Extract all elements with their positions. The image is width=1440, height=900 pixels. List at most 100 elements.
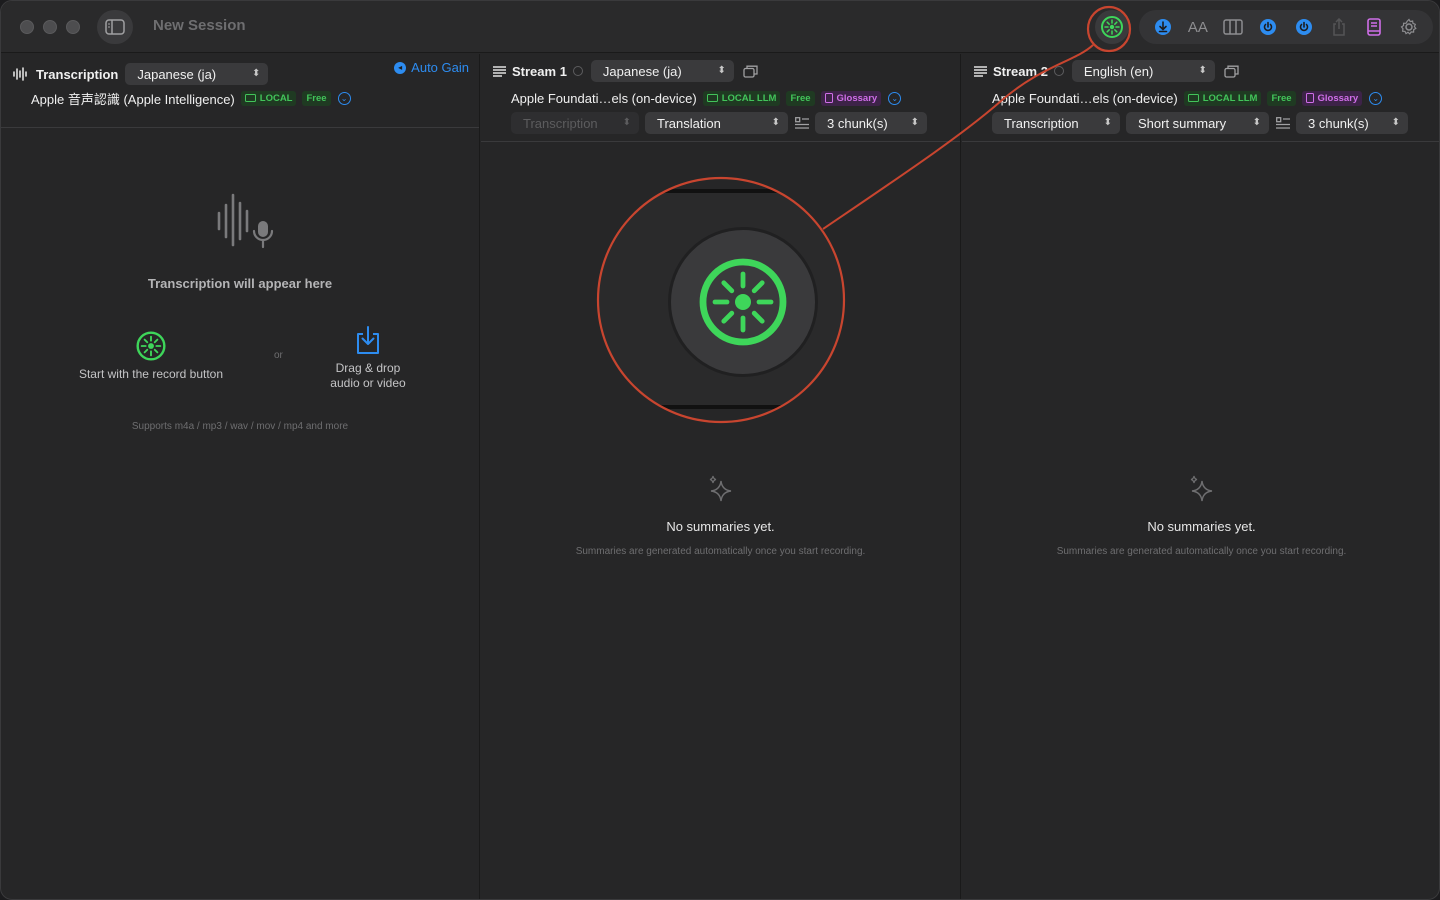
stream-2-source-select[interactable]: Transcription ⬍ — [992, 112, 1120, 134]
auto-gain-icon: ◂ — [394, 61, 407, 74]
window-title: New Session — [153, 17, 246, 34]
glossary-badge: Glossary — [820, 90, 882, 106]
power-button-1[interactable] — [1257, 16, 1279, 38]
stream-1-chunks-select[interactable]: 3 chunk(s) ⬍ — [815, 112, 927, 134]
stream-1-mode-select[interactable]: Translation ⬍ — [645, 112, 788, 134]
copy-icon[interactable] — [743, 65, 758, 78]
stream-2-model-name: Apple Foundati…els (on-device) — [992, 90, 1178, 106]
book-icon — [824, 93, 833, 103]
model-dropdown-chevron-icon[interactable]: ⌄ — [337, 91, 351, 105]
stream-2-mode-select[interactable]: Short summary ⬍ — [1126, 112, 1269, 134]
header-divider — [481, 141, 960, 142]
stream-1-source-value: Transcription — [523, 115, 598, 131]
stream-2-language-select[interactable]: English (en) ⬍ — [1071, 60, 1215, 82]
record-icon — [1101, 16, 1123, 38]
record-icon — [136, 331, 166, 361]
model-dropdown-chevron-icon[interactable]: ⌄ — [1369, 91, 1383, 105]
stream-1-title: Stream 1 — [512, 63, 567, 79]
transcription-language-value: Japanese (ja) — [137, 66, 217, 82]
record-hint: Start with the record button — [78, 367, 224, 381]
stream-1-chunks-value: 3 chunk(s) — [827, 115, 888, 131]
record-icon — [699, 258, 787, 346]
drop-hint: Drag & drop audio or video — [308, 361, 428, 391]
header-divider — [1, 127, 479, 128]
glossary-badge-label: Glossary — [1317, 92, 1359, 104]
download-button[interactable] — [1152, 16, 1174, 38]
local-llm-badge-label: LOCAL LLM — [721, 92, 777, 104]
share-icon — [1333, 18, 1345, 36]
up-down-chevron-icon: ⬍ — [771, 117, 780, 128]
columns-button[interactable] — [1222, 16, 1244, 38]
power-icon — [1260, 19, 1277, 35]
stream-1-mode-value: Translation — [657, 115, 721, 131]
glossary-badge: Glossary — [1301, 90, 1363, 106]
sidebar-icon — [105, 19, 125, 35]
stream-1-empty-subtitle: Summaries are generated automatically on… — [575, 546, 866, 557]
transcription-model-name: Apple 音声認識 (Apple Intelligence) — [31, 91, 235, 107]
stream-2-chunks-select[interactable]: 3 chunk(s) ⬍ — [1296, 112, 1408, 134]
stream-2-language-value: English (en) — [1083, 63, 1154, 79]
waveform-icon — [13, 67, 27, 81]
up-down-chevron-icon: ⬍ — [1198, 65, 1207, 76]
chip-icon — [1187, 94, 1199, 102]
up-down-chevron-icon: ⬍ — [910, 117, 919, 128]
stream-2-chunks-value: 3 chunk(s) — [1308, 115, 1369, 131]
sparkle-icon — [709, 475, 732, 502]
stream-2-panel: Stream 2 English (en) ⬍ Apple Foundati…e… — [962, 54, 1439, 899]
drop-hint-line-1: Drag & drop — [335, 361, 401, 375]
gear-icon — [1400, 18, 1418, 35]
local-llm-badge: LOCAL LLM — [1183, 90, 1262, 106]
share-button[interactable] — [1328, 16, 1350, 38]
up-down-chevron-icon: ⬍ — [1252, 117, 1261, 128]
toggle-sidebar-button[interactable] — [97, 10, 133, 44]
font-size-button[interactable]: AA — [1187, 16, 1209, 38]
book-icon — [1367, 18, 1381, 36]
power-button-2[interactable] — [1293, 16, 1315, 38]
up-down-chevron-icon: ⬍ — [1103, 117, 1112, 128]
minimize-window-button[interactable] — [43, 20, 57, 34]
auto-gain-toggle[interactable]: ◂ Auto Gain — [394, 60, 469, 75]
local-llm-badge: LOCAL LLM — [702, 90, 781, 106]
glossary-button[interactable] — [1363, 16, 1385, 38]
copy-icon[interactable] — [1224, 65, 1239, 78]
chip-icon — [244, 94, 256, 102]
local-badge: LOCAL — [240, 90, 297, 106]
transcription-language-select[interactable]: Japanese (ja) ⬍ — [125, 63, 269, 85]
drop-hint-line-2: audio or video — [330, 376, 406, 390]
list-icon — [974, 65, 987, 77]
supported-formats: Supports m4a / mp3 / wav / mov / mp4 and… — [131, 421, 349, 432]
up-down-chevron-icon: ⬍ — [622, 117, 631, 128]
stream-2-empty-title: No summaries yet. — [1147, 519, 1256, 534]
free-badge: Free — [1267, 90, 1296, 106]
font-size-icon: AA — [1187, 18, 1208, 36]
settings-button[interactable] — [1398, 16, 1420, 38]
local-llm-badge-label: LOCAL LLM — [1202, 92, 1258, 104]
toolbar: AA — [1139, 10, 1433, 44]
or-separator: or — [274, 350, 283, 361]
download-icon — [1154, 19, 1171, 35]
power-icon — [1295, 19, 1312, 35]
chip-icon — [706, 94, 718, 102]
stream-1-model-name: Apple Foundati…els (on-device) — [511, 90, 697, 106]
stream-2-empty-subtitle: Summaries are generated automatically on… — [1056, 546, 1347, 557]
chunks-icon — [795, 117, 809, 129]
record-button[interactable] — [1095, 10, 1129, 44]
stream-2-title: Stream 2 — [993, 63, 1048, 79]
stream-2-source-value: Transcription — [1004, 115, 1079, 131]
stream-1-source-select: Transcription ⬍ — [511, 112, 639, 134]
glossary-badge-label: Glossary — [836, 92, 878, 104]
model-dropdown-chevron-icon[interactable]: ⌄ — [888, 91, 902, 105]
stream-1-language-select[interactable]: Japanese (ja) ⬍ — [590, 60, 734, 82]
status-icon — [1053, 66, 1064, 76]
status-icon — [572, 66, 583, 76]
title-bar: New Session AA — [1, 1, 1439, 53]
close-window-button[interactable] — [20, 20, 34, 34]
import-icon — [357, 326, 379, 354]
up-down-chevron-icon: ⬍ — [251, 68, 261, 79]
book-icon — [1305, 93, 1314, 103]
columns-icon — [1223, 19, 1243, 35]
stream-1-language-value: Japanese (ja) — [602, 63, 682, 79]
auto-gain-label: Auto Gain — [411, 60, 469, 75]
zoom-window-button[interactable] — [66, 20, 80, 34]
stream-2-mode-value: Short summary — [1138, 115, 1227, 131]
